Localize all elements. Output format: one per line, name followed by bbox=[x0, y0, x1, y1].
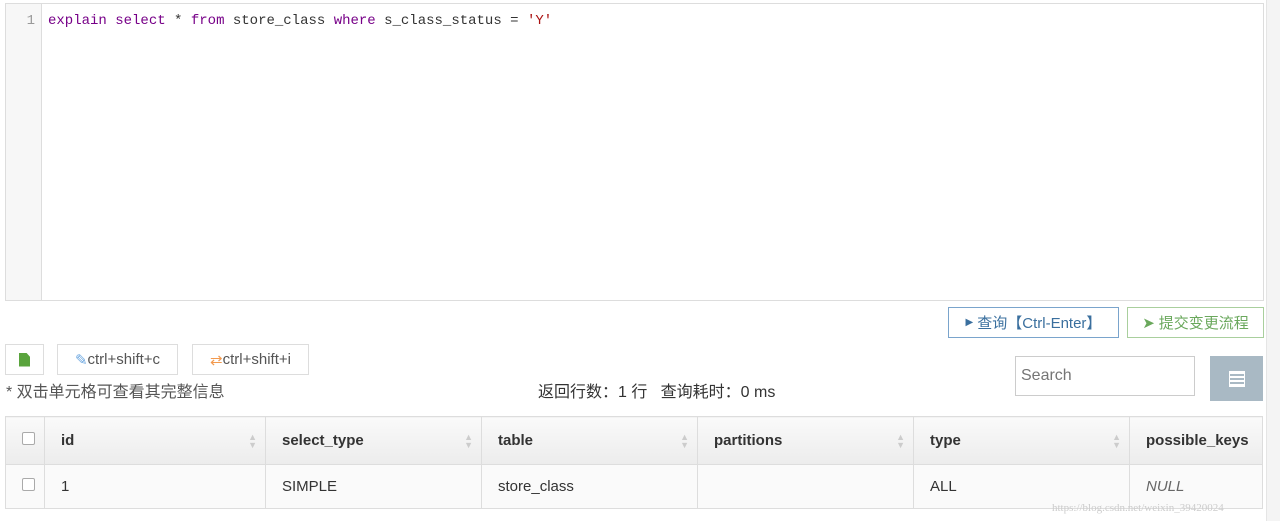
column-header-type[interactable]: type ▲ ▼ bbox=[913, 416, 1130, 465]
code-token: explain bbox=[48, 13, 107, 29]
insert-label: ctrl+shift+i bbox=[222, 351, 291, 368]
column-header-table[interactable]: table ▲ ▼ bbox=[481, 416, 698, 465]
table-cell[interactable]: store_class bbox=[481, 464, 698, 509]
column-header-label: table bbox=[498, 432, 534, 449]
submit-label: 提交变更流程 bbox=[1158, 315, 1249, 332]
search-input[interactable] bbox=[1015, 356, 1195, 396]
scrollbar[interactable] bbox=[1266, 0, 1280, 521]
code-token: from bbox=[190, 13, 225, 29]
code-token: * bbox=[165, 13, 191, 29]
sql-editor[interactable]: 1 explain select * from store_class wher… bbox=[5, 3, 1264, 301]
new-file-button[interactable] bbox=[5, 344, 44, 375]
sql-code[interactable]: explain select * from store_class where … bbox=[48, 13, 552, 29]
list-icon bbox=[1228, 370, 1245, 387]
swap-icon: ⇄ bbox=[210, 351, 223, 369]
hint-text: * 双击单元格可查看其完整信息 bbox=[6, 384, 225, 401]
table-cell[interactable]: SIMPLE bbox=[265, 464, 482, 509]
row-checkbox[interactable] bbox=[22, 478, 35, 491]
copy-label: ctrl+shift+c bbox=[87, 351, 161, 368]
column-header-id[interactable]: id ▲ ▼ bbox=[44, 416, 266, 465]
select-all-checkbox[interactable] bbox=[22, 432, 35, 445]
code-token: select bbox=[115, 13, 166, 29]
column-header-partitions[interactable]: partitions ▲ ▼ bbox=[697, 416, 914, 465]
column-header-label: possible_keys bbox=[1146, 432, 1249, 449]
column-header-label: select_type bbox=[282, 432, 364, 449]
column-header-label: type bbox=[930, 432, 961, 449]
columns-toggle-button[interactable] bbox=[1210, 356, 1263, 401]
sort-icon[interactable]: ▲ ▼ bbox=[464, 433, 473, 450]
copy-button[interactable]: ✎ ctrl+shift+c bbox=[57, 344, 178, 375]
sort-icon[interactable]: ▲ ▼ bbox=[680, 433, 689, 450]
submit-change-button[interactable]: ➤ 提交变更流程 bbox=[1127, 307, 1264, 338]
column-header-label: id bbox=[61, 432, 75, 449]
table-cell[interactable]: 1 bbox=[44, 464, 266, 509]
sort-icon[interactable]: ▲ ▼ bbox=[896, 433, 905, 450]
column-header-possible_keys[interactable]: possible_keys bbox=[1129, 416, 1263, 465]
watermark: https://blog.csdn.net/weixin_39420024 bbox=[1052, 502, 1224, 514]
select-all-checkbox-cell[interactable] bbox=[5, 416, 45, 465]
line-number: 1 bbox=[6, 4, 42, 300]
edit-icon: ✎ bbox=[74, 351, 88, 369]
query-stats: 返回行数：1 行 查询耗时：0 ms bbox=[538, 384, 776, 401]
file-icon bbox=[19, 352, 30, 367]
row-checkbox-cell[interactable] bbox=[5, 464, 45, 509]
code-token: s_class_status = bbox=[375, 13, 527, 29]
play-icon: ▶ bbox=[965, 317, 974, 328]
column-header-label: partitions bbox=[714, 432, 783, 449]
insert-button[interactable]: ⇄ ctrl+shift+i bbox=[192, 344, 309, 375]
results-table: id ▲ ▼ select_type ▲ ▼ table ▲ ▼ partitions ▲ ▼ type… bbox=[5, 416, 1263, 509]
table-cell[interactable] bbox=[697, 464, 914, 509]
sort-icon[interactable]: ▲ ▼ bbox=[1112, 433, 1121, 450]
code-token: where bbox=[333, 13, 376, 29]
code-token: store_class bbox=[224, 13, 334, 29]
code-token: 'Y' bbox=[526, 13, 553, 29]
sort-icon[interactable]: ▲ ▼ bbox=[248, 433, 257, 450]
query-button[interactable]: ▶ 查询【Ctrl-Enter】 bbox=[948, 307, 1119, 338]
query-label: 查询【Ctrl-Enter】 bbox=[977, 315, 1102, 332]
column-header-select_type[interactable]: select_type ▲ ▼ bbox=[265, 416, 482, 465]
send-icon: ➤ bbox=[1142, 314, 1155, 332]
